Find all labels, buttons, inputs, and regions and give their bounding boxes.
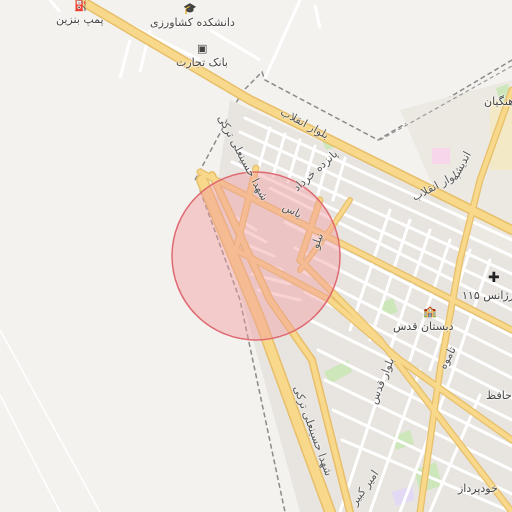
poi-label-gas-station: پمپ بنزین <box>56 13 104 26</box>
road-label-khodrosaz: خودپرداز <box>458 482 498 495</box>
graduation-cap-icon[interactable]: 🎓 <box>183 3 197 15</box>
plus-icon[interactable]: ✚ <box>488 271 500 285</box>
sw-tracks <box>0 329 101 512</box>
poi-label-agriculture-college: دانشکده کشاورزی <box>150 16 235 29</box>
road-label-hafez: حافظ <box>486 389 512 402</box>
pink-block <box>432 148 450 164</box>
poi-label-emergency: اورژانس ۱۱۵ <box>462 289 512 302</box>
map-view[interactable]: ⛽ پمپ بنزین 🎓 دانشکده کشاورزی ▣ بانک تجا… <box>0 0 512 512</box>
poi-label-qods-school: دبستان قدس <box>393 320 454 333</box>
map-canvas <box>0 0 512 512</box>
school-icon[interactable]: 🏫 <box>423 306 437 318</box>
road-label-bahangian: هنگیان <box>484 95 512 108</box>
bank-icon[interactable]: ▣ <box>197 43 207 55</box>
poi-label-bank: بانک تجارت <box>176 56 228 69</box>
fuel-icon[interactable]: ⛽ <box>74 0 88 12</box>
